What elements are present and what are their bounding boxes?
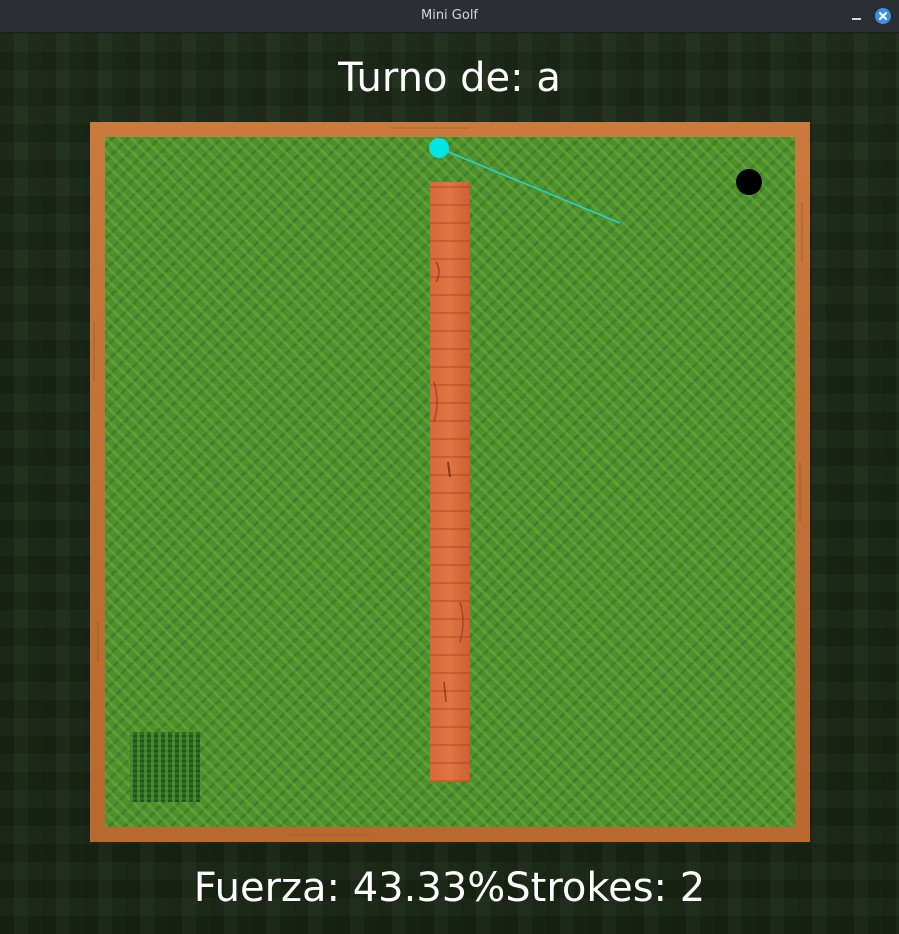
minimize-button[interactable] [848, 8, 864, 24]
turn-prefix: Turno de: [338, 55, 537, 101]
golf-ball[interactable] [429, 138, 449, 158]
close-icon [879, 12, 887, 20]
golf-course[interactable] [90, 122, 810, 842]
title-bar: Mini Golf [0, 0, 899, 33]
close-button[interactable] [875, 8, 891, 24]
game-window: Mini Golf Turno de: a Fuerza: 43.33%Stro… [0, 0, 899, 934]
force-prefix: Fuerza: [193, 865, 353, 911]
strokes-value: 2 [679, 865, 706, 911]
aim-overlay [429, 138, 762, 224]
turn-indicator: Turno de: a [0, 54, 899, 102]
window-title: Mini Golf [420, 8, 479, 23]
hole [736, 169, 762, 195]
minimize-icon [851, 18, 861, 20]
force-value: 43.33% [352, 865, 506, 911]
aim-line [438, 147, 621, 224]
turn-player: a [536, 55, 561, 101]
status-bar: Fuerza: 43.33%Strokes: 2 [0, 864, 899, 912]
strokes-prefix: Strokes: [505, 865, 680, 911]
